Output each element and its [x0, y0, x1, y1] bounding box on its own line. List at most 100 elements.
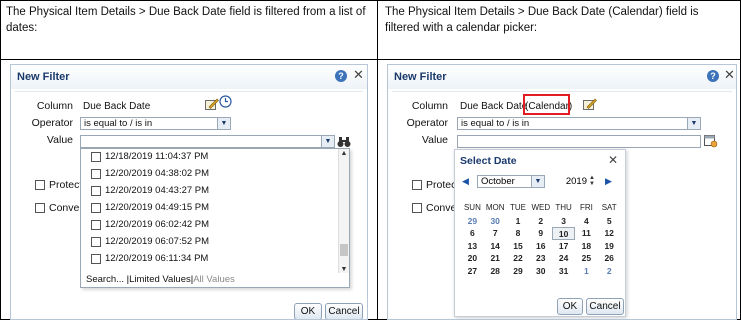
chevron-down-icon[interactable]: ▼ — [217, 118, 230, 129]
list-item[interactable]: 12/20/2019 04:49:15 PM — [87, 200, 327, 216]
month-select-value: October — [481, 176, 515, 187]
calendar-week: 27 28 29 30 31 1 2 — [461, 265, 621, 278]
list-item[interactable]: 12/20/2019 06:07:52 PM — [87, 234, 327, 250]
calendar-day[interactable]: 11 — [575, 227, 598, 240]
edit-icon[interactable] — [583, 97, 597, 115]
option-checkbox[interactable] — [91, 203, 101, 213]
option-checkbox[interactable] — [91, 237, 101, 247]
list-footer: Search... |Limited Values|All Values — [81, 273, 349, 287]
calendar-day[interactable]: 9 — [529, 227, 552, 240]
calendar-day[interactable]: 2 — [598, 265, 621, 278]
calendar-day[interactable]: 14 — [484, 240, 507, 253]
cancel-button[interactable]: Cancel — [586, 298, 624, 315]
chevron-down-icon[interactable]: ▼ — [321, 136, 334, 147]
calendar-day[interactable]: 4 — [575, 215, 598, 228]
convert-checkbox[interactable] — [35, 203, 45, 213]
calendar-day[interactable]: 23 — [529, 252, 552, 265]
calendar-day[interactable]: 25 — [575, 252, 598, 265]
ok-button[interactable]: OK — [557, 298, 583, 315]
column-value: Due Back Date — [460, 101, 528, 112]
list-item[interactable]: 12/20/2019 04:43:27 PM — [87, 183, 327, 199]
limited-values-link[interactable]: Limited Values — [129, 274, 191, 285]
clock-icon[interactable] — [219, 95, 232, 113]
list-item[interactable]: 12/18/2019 11:04:37 PM — [87, 149, 327, 165]
calendar-day[interactable]: 2 — [529, 215, 552, 228]
list-item[interactable]: 12/20/2019 06:02:42 PM — [87, 217, 327, 233]
calendar-day[interactable]: 7 — [484, 227, 507, 240]
calendar-day[interactable]: 24 — [552, 252, 575, 265]
option-label: 12/20/2019 06:02:42 PM — [105, 219, 210, 230]
calendar-day[interactable]: 8 — [507, 227, 530, 240]
scrollbar-thumb[interactable] — [340, 244, 348, 256]
option-label: 12/20/2019 06:07:52 PM — [105, 236, 210, 247]
calendar-day[interactable]: 27 — [461, 265, 484, 278]
calendar-day[interactable]: 16 — [529, 240, 552, 253]
help-icon[interactable]: ? — [707, 70, 719, 82]
column-label: Column — [411, 100, 448, 112]
calendar-day[interactable]: 19 — [598, 240, 621, 253]
calendar-day[interactable]: 6 — [461, 227, 484, 240]
protect-checkbox[interactable] — [412, 180, 422, 190]
chevron-down-icon[interactable]: ▼ — [531, 176, 544, 187]
previous-month-icon[interactable]: ◀ — [462, 176, 469, 187]
option-checkbox[interactable] — [91, 152, 101, 162]
calendar-day[interactable]: 3 — [552, 215, 575, 228]
convert-checkbox[interactable] — [412, 203, 422, 213]
calendar-day[interactable]: 17 — [552, 240, 575, 253]
calendar-day[interactable]: 5 — [598, 215, 621, 228]
calendar-day[interactable]: 21 — [484, 252, 507, 265]
close-icon[interactable]: ✕ — [608, 153, 618, 167]
calendar-icon[interactable] — [704, 134, 718, 153]
next-month-icon[interactable]: ▶ — [605, 176, 612, 187]
operator-select[interactable]: is equal to / is in ▼ — [80, 117, 231, 130]
calendar-day[interactable]: 1 — [507, 215, 530, 228]
edit-icon[interactable] — [205, 97, 219, 115]
calendar-day[interactable]: 26 — [598, 252, 621, 265]
calendar-day[interactable]: 30 — [529, 265, 552, 278]
value-label: Value — [46, 134, 73, 146]
list-scrollbar[interactable]: ▲ ▼ — [338, 149, 349, 275]
help-icon[interactable]: ? — [335, 70, 347, 82]
new-filter-dialog-calendar: New Filter ? ✕ Column Due Back Date (Cal… — [387, 64, 737, 320]
calendar-day[interactable]: 20 — [461, 252, 484, 265]
calendar-day[interactable]: 22 — [507, 252, 530, 265]
calendar-day-today[interactable]: 10 — [552, 227, 575, 240]
operator-select[interactable]: is equal to / is in ▼ — [457, 117, 701, 130]
option-checkbox[interactable] — [91, 169, 101, 179]
option-label: 12/20/2019 04:43:27 PM — [105, 185, 210, 196]
list-item[interactable]: 12/20/2019 06:11:34 PM — [87, 251, 327, 267]
calendar-day[interactable]: 15 — [507, 240, 530, 253]
cancel-button[interactable]: Cancel — [325, 303, 363, 319]
list-item[interactable]: 12/20/2019 04:38:02 PM — [87, 166, 327, 182]
dialog-title: New Filter — [394, 71, 447, 83]
calendar-day[interactable]: 29 — [461, 215, 484, 228]
calendar-day[interactable]: 28 — [484, 265, 507, 278]
calendar-day[interactable]: 29 — [507, 265, 530, 278]
close-icon[interactable]: ✕ — [353, 68, 364, 82]
option-checkbox[interactable] — [91, 186, 101, 196]
value-select[interactable]: ▼ — [80, 135, 335, 148]
calendar-day[interactable]: 31 — [552, 265, 575, 278]
search-link[interactable]: Search... — [86, 274, 124, 285]
weekday-label: FRI — [579, 203, 593, 212]
protect-checkbox[interactable] — [35, 180, 45, 190]
operator-select-value: is equal to / is in — [461, 118, 530, 129]
all-values-link[interactable]: All Values — [193, 274, 235, 285]
calendar-day[interactable]: 13 — [461, 240, 484, 253]
weekday-label: THU — [555, 203, 572, 212]
calendar-day[interactable]: 18 — [575, 240, 598, 253]
calendar-day[interactable]: 30 — [484, 215, 507, 228]
caption-list-filter: The Physical Item Details > Due Back Dat… — [6, 6, 366, 34]
ok-button[interactable]: OK — [294, 303, 322, 319]
chevron-down-icon[interactable]: ▼ — [687, 118, 700, 129]
year-spinner-icon[interactable]: ▲ ▼ — [589, 175, 595, 187]
value-date-input[interactable] — [457, 135, 701, 148]
close-icon[interactable]: ✕ — [724, 68, 735, 82]
row-divider — [0, 59, 741, 60]
option-checkbox[interactable] — [91, 254, 101, 264]
month-select[interactable]: October ▼ — [477, 175, 545, 188]
option-checkbox[interactable] — [91, 220, 101, 230]
calendar-day[interactable]: 1 — [575, 265, 598, 278]
calendar-day[interactable]: 12 — [598, 227, 621, 240]
chevron-up-icon[interactable]: ▲ — [339, 149, 349, 159]
